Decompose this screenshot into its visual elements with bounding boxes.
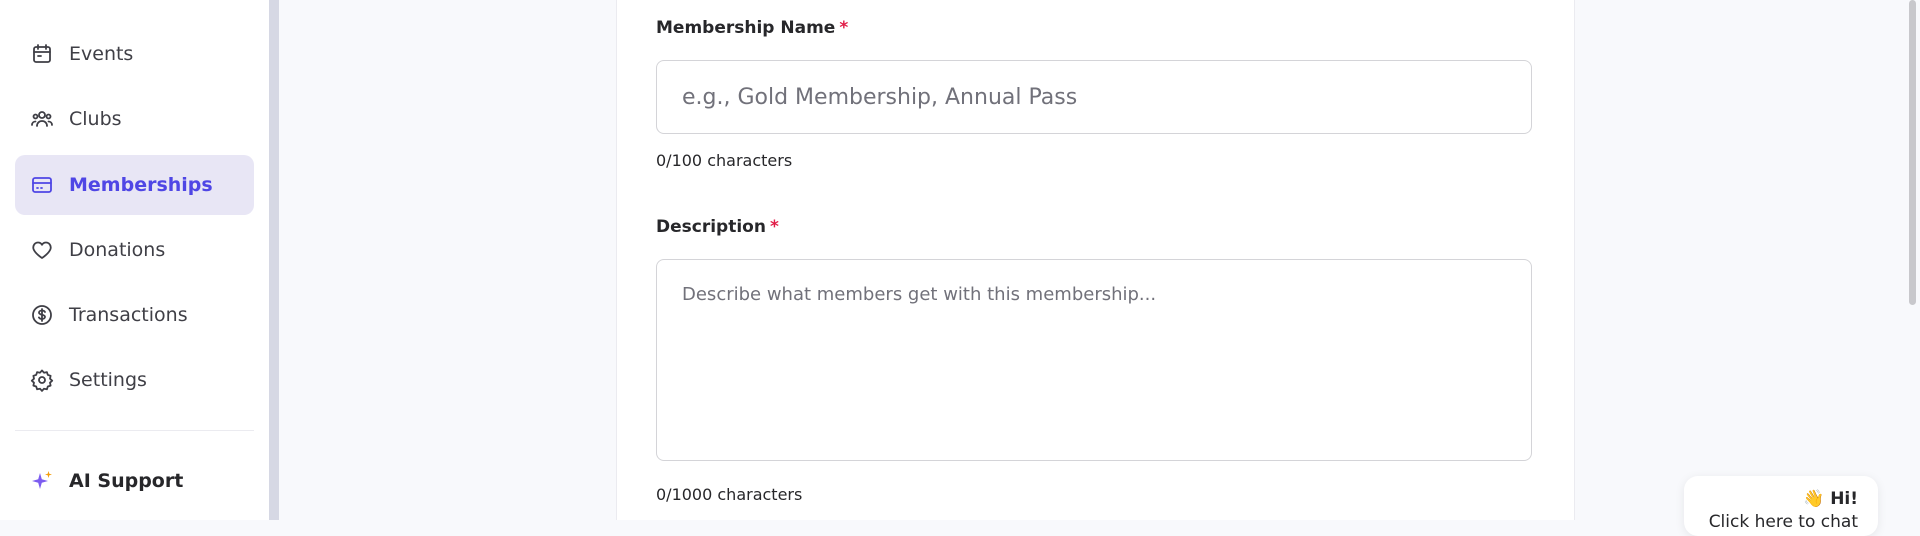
- ai-support-label: AI Support: [69, 470, 184, 492]
- sidebar-item-clubs[interactable]: Clubs: [15, 89, 254, 149]
- sidebar-item-label: Clubs: [69, 108, 122, 130]
- sidebar-item-label: Events: [69, 43, 134, 65]
- sidebar-item-label: Donations: [69, 239, 166, 261]
- description-label-text: Description: [656, 217, 766, 237]
- membership-name-input[interactable]: [656, 60, 1532, 134]
- membership-name-label-text: Membership Name: [656, 18, 836, 38]
- sidebar-item-ai-support[interactable]: AI Support: [15, 451, 254, 511]
- chat-greeting: 👋 Hi!: [1803, 489, 1858, 509]
- wave-icon: 👋: [1803, 489, 1825, 509]
- description-counter: 0/1000 characters: [656, 485, 803, 504]
- gear-icon: [30, 368, 54, 392]
- page-scrollbar[interactable]: [1909, 0, 1916, 305]
- sidebar-item-label: Transactions: [69, 304, 188, 326]
- sidebar-item-events[interactable]: Events: [15, 24, 254, 84]
- heart-icon: [30, 238, 54, 262]
- sidebar-item-label: Settings: [69, 369, 147, 391]
- chat-subtext: Click here to chat: [1708, 512, 1858, 532]
- users-icon: [30, 107, 54, 131]
- dollar-circle-icon: [30, 303, 54, 327]
- chat-widget[interactable]: 👋 Hi! Click here to chat: [1684, 476, 1878, 536]
- calendar-icon: [30, 42, 54, 66]
- membership-name-counter: 0/100 characters: [656, 151, 793, 170]
- required-mark: *: [769, 217, 779, 237]
- description-label: Description *: [656, 217, 779, 237]
- description-textarea[interactable]: [656, 259, 1532, 461]
- sidebar-divider: [15, 430, 254, 431]
- sidebar-border: [269, 0, 279, 520]
- chat-greeting-text: Hi!: [1830, 489, 1858, 509]
- sidebar: Events Clubs Memberships Donations Trans…: [0, 0, 269, 520]
- sidebar-item-memberships[interactable]: Memberships: [15, 155, 254, 215]
- sidebar-item-donations[interactable]: Donations: [15, 220, 254, 280]
- sidebar-item-settings[interactable]: Settings: [15, 350, 254, 410]
- membership-name-label: Membership Name *: [656, 18, 848, 38]
- required-mark: *: [839, 18, 849, 38]
- credit-card-icon: [30, 173, 54, 197]
- sidebar-item-transactions[interactable]: Transactions: [15, 285, 254, 345]
- sparkle-icon: [30, 469, 54, 493]
- sidebar-item-label: Memberships: [69, 174, 213, 196]
